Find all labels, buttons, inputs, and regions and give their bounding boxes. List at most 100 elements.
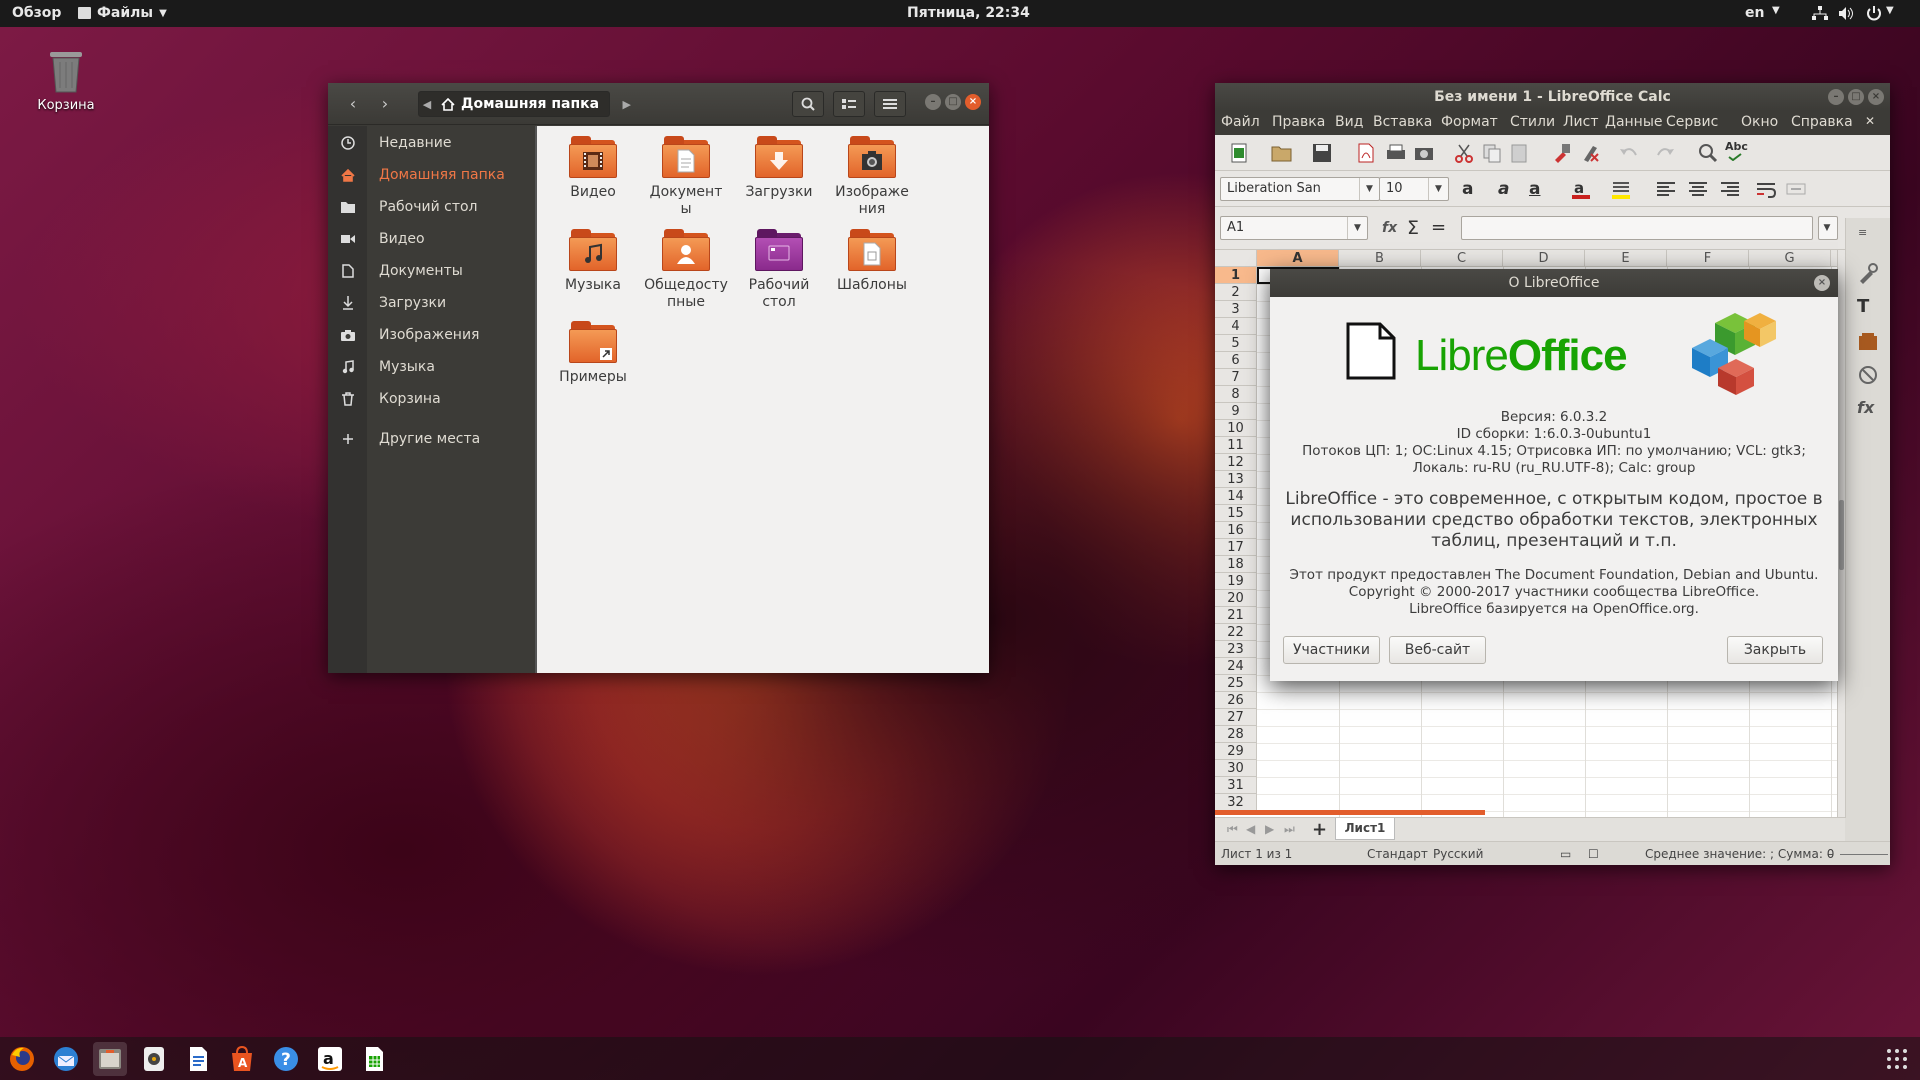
rhythmbox-icon[interactable]	[137, 1042, 171, 1076]
functions-icon[interactable]: fx	[1857, 398, 1879, 420]
menu-insert[interactable]: Вставка	[1373, 114, 1432, 130]
close-button[interactable]: ×	[965, 94, 981, 110]
row-header[interactable]: 17	[1215, 539, 1257, 556]
undo-icon[interactable]	[1617, 142, 1639, 164]
row-header[interactable]: 8	[1215, 386, 1257, 403]
menu-file[interactable]: Файл	[1221, 114, 1260, 130]
folder-desktop[interactable]: Рабочий стол	[733, 229, 825, 311]
gallery-icon[interactable]	[1857, 330, 1879, 352]
row-header[interactable]: 9	[1215, 403, 1257, 420]
font-color-icon[interactable]: a	[1570, 178, 1592, 200]
vertical-scrollbar[interactable]	[1837, 250, 1845, 817]
sidebar-item-music[interactable]: Музыка	[328, 352, 535, 382]
row-header[interactable]: 28	[1215, 726, 1257, 743]
align-center-icon[interactable]	[1687, 178, 1709, 200]
print-icon[interactable]	[1385, 142, 1407, 164]
name-box[interactable]: A1 ▼	[1220, 216, 1368, 240]
sidebar-item-home[interactable]: Домашняя папка	[328, 160, 535, 190]
row-header[interactable]: 19	[1215, 573, 1257, 590]
sum-icon[interactable]: Σ	[1407, 217, 1429, 239]
writer-icon[interactable]	[181, 1042, 215, 1076]
row-header[interactable]: 24	[1215, 658, 1257, 675]
close-button[interactable]: ×	[1814, 275, 1830, 291]
row-header[interactable]: 11	[1215, 437, 1257, 454]
column-header[interactable]: C	[1421, 250, 1503, 267]
formula-equals-icon[interactable]: =	[1431, 217, 1453, 239]
show-applications-icon[interactable]	[1880, 1042, 1914, 1076]
column-header[interactable]: A	[1257, 250, 1339, 267]
menu-edit[interactable]: Правка	[1272, 114, 1325, 130]
sidebar-menu-icon[interactable]: ≡	[1858, 226, 1880, 248]
row-header[interactable]: 3	[1215, 301, 1257, 318]
page-style[interactable]: Стандарт	[1367, 847, 1428, 861]
sheet-tab[interactable]: Лист1	[1335, 818, 1395, 840]
network-icon[interactable]	[1812, 6, 1828, 21]
folder-public[interactable]: Общедосту пные	[640, 229, 732, 311]
sidebar-item-video[interactable]: Видео	[328, 224, 535, 254]
help-icon[interactable]: ?	[269, 1042, 303, 1076]
row-header[interactable]: 12	[1215, 454, 1257, 471]
selection-mode-icon[interactable]: ▭	[1560, 847, 1571, 861]
formula-input[interactable]	[1461, 216, 1813, 240]
sidebar-item-downloads[interactable]: Загрузки	[328, 288, 535, 318]
horizontal-scrollbar[interactable]	[1215, 810, 1485, 815]
sidebar-item-trash[interactable]: Корзина	[328, 384, 535, 414]
column-header[interactable]: D	[1503, 250, 1585, 267]
next-sheet-icon[interactable]: ▶	[1265, 822, 1274, 836]
open-folder-icon[interactable]	[1271, 142, 1293, 164]
minimize-button[interactable]: –	[1828, 89, 1844, 105]
copy-icon[interactable]	[1481, 142, 1503, 164]
row-header[interactable]: 14	[1215, 488, 1257, 505]
wrap-text-icon[interactable]	[1755, 178, 1777, 200]
merge-cells-icon[interactable]	[1785, 178, 1807, 200]
zoom-out-icon[interactable]: –	[1827, 847, 1833, 861]
redo-icon[interactable]	[1655, 142, 1677, 164]
add-sheet-button[interactable]: +	[1312, 819, 1327, 840]
function-wizard-icon[interactable]: fx	[1382, 220, 1404, 242]
activities-button[interactable]: Обзор	[12, 5, 61, 21]
last-sheet-icon[interactable]: ⏭	[1284, 822, 1295, 837]
row-header[interactable]: 13	[1215, 471, 1257, 488]
sidebar-item-desktop[interactable]: Рабочий стол	[328, 192, 535, 222]
row-header[interactable]: 16	[1215, 522, 1257, 539]
row-header[interactable]: 21	[1215, 607, 1257, 624]
back-button[interactable]: ‹	[338, 91, 368, 117]
expand-formula-button[interactable]: ▼	[1818, 216, 1838, 240]
path-home-button[interactable]: Домашняя папка	[461, 96, 599, 112]
sidebar-item-pictures[interactable]: Изображения	[328, 320, 535, 350]
credits-button[interactable]: Участники	[1283, 636, 1380, 664]
bold-icon[interactable]: a	[1462, 179, 1484, 201]
row-header[interactable]: 25	[1215, 675, 1257, 692]
prev-sheet-icon[interactable]: ◀	[1246, 822, 1255, 836]
desktop-trash[interactable]: Корзина	[28, 46, 104, 113]
row-header[interactable]: 15	[1215, 505, 1257, 522]
folder-downloads[interactable]: Загрузки	[733, 136, 825, 201]
menu-data[interactable]: Данные	[1605, 114, 1663, 130]
navigator-icon[interactable]	[1857, 364, 1879, 386]
thunderbird-icon[interactable]	[49, 1042, 83, 1076]
website-button[interactable]: Веб-сайт	[1389, 636, 1486, 664]
text-language[interactable]: Русский	[1433, 847, 1483, 861]
folder-pictures[interactable]: Изображе ния	[826, 136, 918, 218]
amazon-icon[interactable]: a	[313, 1042, 347, 1076]
highlight-color-icon[interactable]	[1610, 178, 1632, 200]
menu-sheet[interactable]: Лист	[1563, 114, 1598, 130]
row-header[interactable]: 18	[1215, 556, 1257, 573]
export-pdf-icon[interactable]	[1355, 142, 1377, 164]
row-header[interactable]: 26	[1215, 692, 1257, 709]
row-header[interactable]: 27	[1215, 709, 1257, 726]
align-left-icon[interactable]	[1655, 178, 1677, 200]
font-size-combo[interactable]: 10 ▼	[1379, 177, 1449, 201]
power-icon[interactable]	[1866, 6, 1882, 21]
save-icon[interactable]	[1311, 142, 1333, 164]
column-header[interactable]: B	[1339, 250, 1421, 267]
font-name-combo[interactable]: Liberation San ▼	[1220, 177, 1380, 201]
sidebar-item-recent[interactable]: Недавние	[328, 128, 535, 158]
row-header[interactable]: 23	[1215, 641, 1257, 658]
folder-examples[interactable]: Примеры	[547, 321, 639, 386]
row-header[interactable]: 2	[1215, 284, 1257, 301]
folder-templates[interactable]: Шаблоны	[826, 229, 918, 294]
sidebar-item-documents[interactable]: Документы	[328, 256, 535, 286]
cut-icon[interactable]	[1453, 142, 1475, 164]
row-header[interactable]: 30	[1215, 760, 1257, 777]
